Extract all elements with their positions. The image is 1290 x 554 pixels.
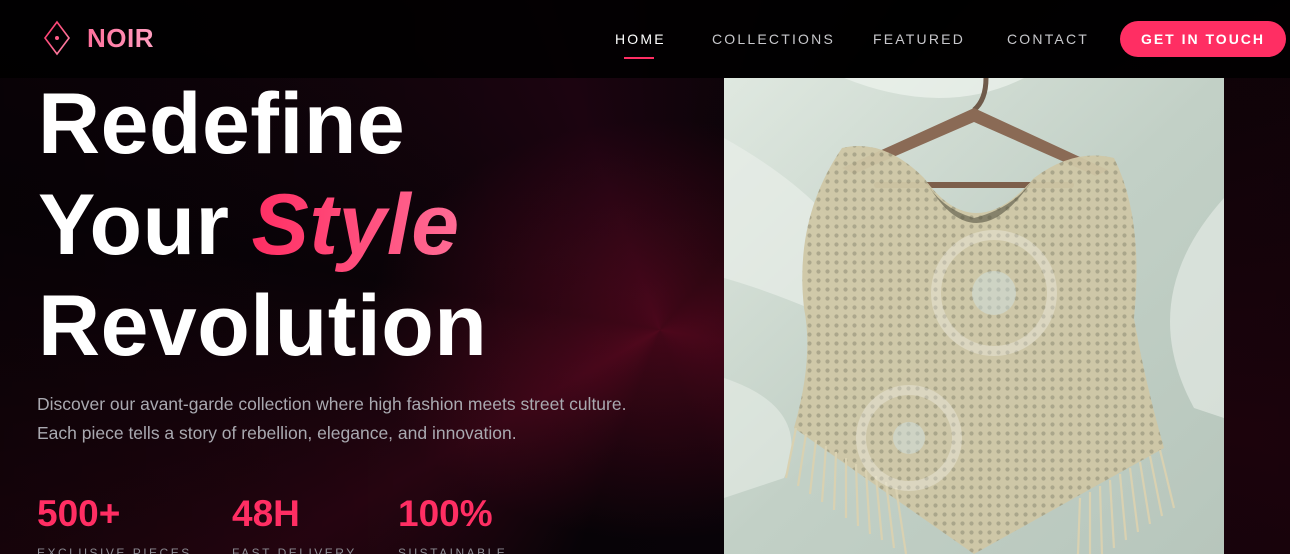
- hero-title: Redefine Your Style Revolution: [38, 74, 487, 377]
- get-in-touch-button[interactable]: GET IN TOUCH: [1120, 21, 1286, 57]
- stat-sustainable: 100% SUSTAINABLE: [398, 494, 507, 554]
- hero-title-accent: Style: [251, 177, 460, 273]
- stat-label: SUSTAINABLE: [398, 546, 508, 554]
- stat-label: EXCLUSIVE PIECES: [37, 546, 192, 554]
- stat-label: FAST DELIVERY: [232, 546, 357, 554]
- navbar: NOIR HOME COLLECTIONS FEATURED CONTACT G…: [0, 0, 1290, 78]
- stat-value: 100%: [398, 493, 493, 534]
- nav-link-home[interactable]: HOME: [615, 31, 666, 47]
- hero-title-line-3: Revolution: [38, 278, 488, 374]
- hero-title-line-2: Your Style: [38, 175, 487, 276]
- hero-description: Discover our avant-garde collection wher…: [37, 394, 627, 443]
- logo[interactable]: NOIR: [43, 20, 154, 56]
- poncho-illustration: [724, 78, 1224, 554]
- nav-link-collections[interactable]: COLLECTIONS: [712, 31, 835, 47]
- hero-title-line-1: Redefine: [38, 76, 406, 172]
- stat-exclusive-pieces: 500+ EXCLUSIVE PIECES: [37, 494, 192, 554]
- hero-title-your: Your: [38, 177, 230, 273]
- nav-link-contact[interactable]: CONTACT: [1007, 31, 1089, 47]
- hero-product-image: [724, 78, 1224, 554]
- stat-value: 48H: [232, 493, 300, 534]
- stat-fast-delivery: 48H FAST DELIVERY: [232, 494, 357, 554]
- nav-link-featured[interactable]: FEATURED: [873, 31, 965, 47]
- stat-value: 500+: [37, 493, 121, 534]
- brand-name: NOIR: [87, 22, 154, 53]
- diamond-icon: [44, 20, 70, 56]
- active-nav-indicator: [624, 57, 654, 59]
